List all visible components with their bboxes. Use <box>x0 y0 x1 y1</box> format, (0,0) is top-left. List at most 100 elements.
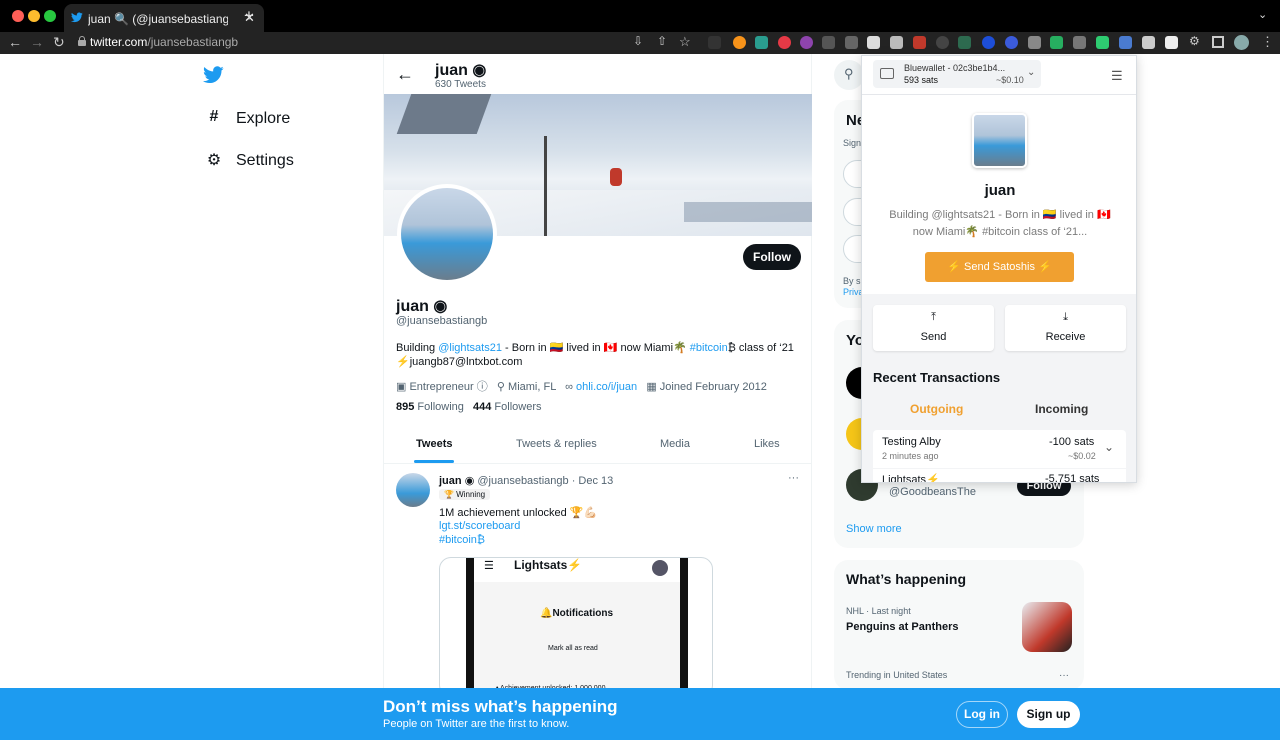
browser-tab[interactable]: juan 🔍 (@juansebastiangb) / T ✕ <box>64 4 264 32</box>
following-link[interactable]: 895 Following <box>396 401 464 413</box>
account-selector[interactable]: Bluewallet - 02c3be1b4... 593 sats ~$0.1… <box>873 60 1041 88</box>
browser-menu-icon[interactable]: ⋮ <box>1261 34 1274 50</box>
bio-lightning-address: ⚡juangb87@lntxbot.com <box>396 356 523 368</box>
active-tab-indicator <box>414 460 454 463</box>
tab-search-chevron-icon[interactable]: ⌄ <box>1258 8 1267 21</box>
tweet-count: 630 Tweets <box>435 79 486 90</box>
forward-arrow-icon[interactable]: → <box>30 34 44 50</box>
new-tab-button[interactable]: + <box>244 6 254 26</box>
tab-tweets[interactable]: Tweets <box>416 438 452 450</box>
tab-title: juan 🔍 (@juansebastiangb) / T <box>88 12 228 26</box>
account-name: Bluewallet - 02c3be1b4... <box>904 63 1006 73</box>
extension-icon-7[interactable] <box>845 36 858 49</box>
side-panel-icon[interactable] <box>1212 36 1224 48</box>
account-balance: 593 sats <box>904 75 939 85</box>
trend-image[interactable] <box>1022 602 1072 652</box>
extension-icon-8[interactable] <box>867 36 880 49</box>
sidebar-item-explore[interactable]: # Explore <box>204 108 344 132</box>
tab-media[interactable]: Media <box>660 438 690 450</box>
extension-icon-2[interactable] <box>733 36 746 49</box>
profile-tabs: Tweets Tweets & replies Media Likes <box>384 426 812 464</box>
chevron-down-icon[interactable]: ⌄ <box>1104 440 1114 454</box>
extension-icon-16[interactable] <box>1050 36 1063 49</box>
search-bar[interactable]: ⚲ <box>834 60 864 90</box>
extension-icon-9[interactable] <box>890 36 903 49</box>
send-button[interactable]: ⤒ Send <box>873 305 994 351</box>
tweet-link[interactable]: lgt.st/scoreboard <box>439 520 520 532</box>
trend-more-icon[interactable]: ··· <box>1059 670 1069 681</box>
tweet-badge: 🏆 Winning <box>439 489 491 500</box>
back-arrow-icon[interactable]: ← <box>8 34 22 50</box>
tweet-avatar[interactable] <box>396 473 430 507</box>
extension-icon-6[interactable] <box>822 36 835 49</box>
trend-title[interactable]: Penguins at Panthers <box>846 621 958 633</box>
send-label: Send <box>920 331 947 343</box>
show-more-link[interactable]: Show more <box>846 523 902 535</box>
log-in-button[interactable]: Log in <box>956 701 1008 728</box>
install-app-icon[interactable]: ⇩ <box>633 34 643 48</box>
profile-avatar-icon[interactable] <box>1234 35 1249 50</box>
card-brand: Lightsats⚡ <box>514 558 583 572</box>
extension-icon-1[interactable] <box>708 36 721 49</box>
suggested-handle: @GoodbeansThe <box>889 486 977 498</box>
sidebar-item-settings[interactable]: ⚙ Settings <box>204 150 344 174</box>
tweet-hashtag[interactable]: #bitcoin₿ <box>439 534 485 546</box>
follow-button[interactable]: Follow <box>743 244 801 270</box>
twitter-logo-icon[interactable] <box>203 66 224 84</box>
extension-icon-11[interactable] <box>936 36 949 49</box>
extension-icon-4[interactable] <box>778 36 791 49</box>
extension-icon-17[interactable] <box>1073 36 1086 49</box>
minimize-window-button[interactable] <box>28 10 40 22</box>
transaction-amount: -5,751 sats <box>1045 473 1100 483</box>
profile-avatar[interactable] <box>397 184 497 284</box>
back-arrow-icon[interactable]: ← <box>396 64 414 85</box>
share-icon[interactable]: ⇧ <box>657 34 667 48</box>
tab-outgoing[interactable]: Outgoing <box>910 402 963 416</box>
maximize-window-button[interactable] <box>44 10 56 22</box>
transaction-fiat: ~$0.02 <box>1068 451 1096 461</box>
transaction-title: Lightsats⚡ <box>882 474 940 483</box>
extension-icon-13[interactable] <box>982 36 995 49</box>
receive-button[interactable]: ⤓ Receive <box>1005 305 1126 351</box>
extension-icon-14[interactable] <box>1005 36 1018 49</box>
tweet-text: 1M achievement unlocked 🏆💪🏻 <box>439 507 598 519</box>
extension-icon-18[interactable] <box>1096 36 1109 49</box>
profile-occupation: Entrepreneur <box>409 381 474 393</box>
tab-tweets-replies[interactable]: Tweets & replies <box>516 438 597 450</box>
transaction-row[interactable]: Lightsats⚡ -5,751 sats <box>873 469 1126 483</box>
alby-extension-icon[interactable] <box>1119 36 1132 49</box>
extension-icon-12[interactable] <box>958 36 971 49</box>
send-satoshis-button[interactable]: ⚡ Send Satoshis ⚡ <box>925 252 1074 282</box>
info-icon[interactable]: ⓘ <box>477 381 488 393</box>
extension-icon-3[interactable] <box>755 36 768 49</box>
transaction-row[interactable]: Testing Alby 2 minutes ago -100 sats ~$0… <box>873 430 1126 468</box>
tab-likes[interactable]: Likes <box>754 438 780 450</box>
tweet-more-icon[interactable]: ··· <box>788 472 799 484</box>
profile-website-link[interactable]: ohli.co/i/juan <box>576 381 637 393</box>
extension-icon-5[interactable] <box>800 36 813 49</box>
gear-icon: ⚙ <box>206 152 222 169</box>
sign-up-button[interactable]: Sign up <box>1017 701 1080 728</box>
close-window-button[interactable] <box>12 10 24 22</box>
menu-icon[interactable]: ☰ <box>1111 68 1123 84</box>
bookmark-star-icon[interactable]: ☆ <box>679 34 691 50</box>
url-path: /juansebastiangb <box>147 35 239 49</box>
extension-icon-21[interactable] <box>1165 36 1178 49</box>
bio-hashtag-link[interactable]: #bitcoin <box>690 342 728 354</box>
header-name: juan ◉ <box>435 60 486 80</box>
reload-icon[interactable]: ↻ <box>53 34 65 51</box>
bio-mention-link[interactable]: @lightsats21 <box>438 342 502 354</box>
address-bar[interactable]: twitter.com/juansebastiangb <box>90 35 238 49</box>
tweet-meta: @juansebastiangb · Dec 13 <box>477 475 614 487</box>
extension-icon-10[interactable] <box>913 36 926 49</box>
followers-link[interactable]: 444 Followers <box>473 401 542 413</box>
extension-icon-20[interactable] <box>1142 36 1155 49</box>
extension-icon-15[interactable] <box>1028 36 1041 49</box>
tweet-media-card[interactable]: ☰ Lightsats⚡ 🔔Notifications Mark all as … <box>439 557 713 697</box>
tweet-author-name[interactable]: juan <box>439 475 462 487</box>
followers-label: Followers <box>494 401 542 413</box>
verified-badge-icon: ◉ <box>433 298 448 315</box>
login-prompt-banner: Don’t miss what’s happening People on Tw… <box>0 688 1280 740</box>
extensions-puzzle-icon[interactable]: ⚙ <box>1189 34 1200 48</box>
tab-incoming[interactable]: Incoming <box>1035 402 1088 416</box>
